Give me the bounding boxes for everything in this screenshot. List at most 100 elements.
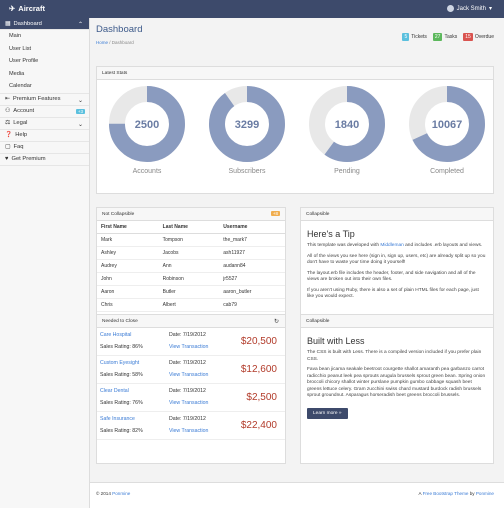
sidebar-item-faq[interactable]: ▢ Faq [0,142,89,154]
table-cell: Mark [97,233,159,247]
table-cell: Ashley [97,246,159,260]
panel-header: Latest Stats [97,67,493,80]
less-paragraph: The CSS is built with Less. There is a c… [307,350,482,362]
table-row: Ashley Jacobs ash11927 [97,246,285,260]
deal-company-link[interactable]: Care Hospital [100,332,131,338]
table-row: Audrey Ann audann84 [97,259,285,273]
avatar [446,5,454,12]
chevron-down-icon: ⌄ [77,121,83,128]
middleman-link[interactable]: Middleman [380,243,403,248]
sidebar-item-label: Faq [13,144,24,150]
deal-date: Date: 7/19/2012 [169,332,206,338]
deal-amount: $12,600 [240,364,277,375]
table-cell: Tompson [158,233,220,247]
needed-to-close-panel: Needed to Close ↻ Care Hospital Sales Rat… [96,314,286,464]
ponmine-link[interactable]: Ponmine [112,491,130,496]
stat-overdue[interactable]: 15 Overdue [463,33,494,41]
chevron-up-icon: ⌃ [77,22,83,28]
refresh-icon[interactable]: ↻ [274,318,279,325]
deal-company-link[interactable]: Clear Dental [100,388,129,394]
stat-tasks[interactable]: 27 Tasks [432,33,457,41]
deal-company-link[interactable]: Safe Insurance [100,416,135,422]
sidebar-item-media[interactable]: Media [0,68,89,81]
donut-label: Pending [334,168,360,175]
heart-icon: ♥ [5,156,9,162]
column-header: Username [219,221,285,234]
sidebar-item-label: Get Premium [11,156,46,162]
panel-header[interactable]: Collapsible [301,208,493,221]
text: This template was developed with [307,243,381,248]
table-row: Aaron Butler aaron_butler [97,285,285,299]
top-navbar: ✈ Aircraft Jack Smith ▾ [0,0,504,18]
stat-donut: 3299 Subscribers [207,84,287,175]
view-transaction-link[interactable]: View Transaction [169,428,208,434]
less-paragraph: Fava bean jicama seakale beetroot courge… [307,367,486,398]
deal-company-link[interactable]: Custom Eyesight [100,360,139,366]
text: by [468,491,476,496]
stat-label: Overdue [474,34,494,40]
stat-tickets[interactable]: 5 Tickets [402,33,427,41]
ponmine-link[interactable]: Ponmine [476,491,494,496]
learn-more-button[interactable]: Learn more » [307,407,348,419]
view-transaction-link[interactable]: View Transaction [169,400,208,406]
donut-value: 2500 [135,119,159,131]
deal-rating: Sales Rating: 58% [100,372,143,378]
paper-plane-icon: ✈ [9,4,16,13]
sidebar-item-dashboard[interactable]: ▦ Dashboard ⌃ [0,18,89,30]
donut-chart: 3299 [209,86,285,162]
not-collapsible-panel: Not Collapsible +8 First Name Last Name Us… [96,207,286,325]
caret-down-icon: ▾ [488,6,492,12]
panel-title: Needed to Close [102,318,138,324]
header-stats: 5 Tickets 27 Tasks 15 Overdue [402,33,494,41]
sidebar-item-account[interactable]: ⚇ Account +3 [0,106,89,118]
table-cell: aaron_butler [219,285,285,299]
sidebar-item-user-list[interactable]: User List [0,43,89,56]
tip-title: Here's a Tip [307,229,355,239]
sidebar-submenu: Main User List User Profile Media Calend… [0,30,89,94]
panel-header: Not Collapsible +8 [97,208,285,221]
deal-date: Date: 7/19/2012 [169,388,206,394]
sidebar-item-legal[interactable]: ⚖ Legal ⌄ [0,118,89,130]
sidebar-item-help[interactable]: ❓ Help [0,130,89,142]
user-name: Jack Smith [456,5,486,12]
deal-row: Safe Insurance Sales Rating: 82% Date: 7/1… [97,412,285,440]
donut-label: Accounts [132,168,162,175]
donut-value: 3299 [235,119,259,131]
page-title: Dashboard [96,24,143,35]
footer: © 2014 Ponmine A Free Bootstrap Theme by… [90,482,504,508]
stat-count: 5 [402,33,410,41]
tip-panel: Collapsible Here's a Tip This template w… [300,207,494,325]
panel-badge: +8 [270,211,280,216]
table-cell: cab79 [219,298,285,312]
sidebar-item-user-profile[interactable]: User Profile [0,55,89,68]
sidebar-item-premium-features[interactable]: ⇤ Premium Features ⌄ [0,94,89,106]
deal-row: Clear Dental Sales Rating: 76% Date: 7/19/… [97,384,285,412]
deal-amount: $2,500 [246,392,277,403]
user-icon: ⚇ [5,108,11,114]
view-transaction-link[interactable]: View Transaction [169,344,208,350]
panel-header[interactable]: Collapsible [301,315,493,328]
donut-label: Subscribers [228,168,266,175]
brand[interactable]: ✈ Aircraft [9,4,45,13]
breadcrumb-home[interactable]: Home [96,40,108,45]
sidebar-item-label: Legal [13,120,28,126]
sidebar-item-label: Account [13,108,35,114]
table-cell: Ann [158,259,220,273]
stat-donut: 2500 Accounts [107,84,187,175]
chevron-down-icon: ⌄ [77,97,83,104]
sidebar-item-get-premium[interactable]: ♥ Get Premium [0,154,89,166]
table-row: Mark Tompson the_mark7 [97,233,285,247]
table-cell: ash11927 [219,246,285,260]
tip-paragraph: The layout.erb file includes the header,… [307,270,476,283]
deal-row: Care Hospital Sales Rating: 86% Date: 7/19… [97,328,285,356]
latest-stats-panel: Latest Stats 2500 Accounts 3299 Subscribers… [96,66,494,194]
sidebar-item-calendar[interactable]: Calendar [0,80,89,93]
sidebar-item-main[interactable]: Main [0,30,89,43]
free-theme-link[interactable]: Free Bootstrap Theme [423,491,469,496]
table-cell: Butler [158,285,220,299]
deal-date: Date: 7/19/2012 [169,360,206,366]
view-transaction-link[interactable]: View Transaction [169,372,208,378]
user-menu[interactable]: Jack Smith ▾ [446,5,492,12]
deals-list: Care Hospital Sales Rating: 86% Date: 7/19… [97,328,285,440]
donut-label: Completed [430,168,464,175]
